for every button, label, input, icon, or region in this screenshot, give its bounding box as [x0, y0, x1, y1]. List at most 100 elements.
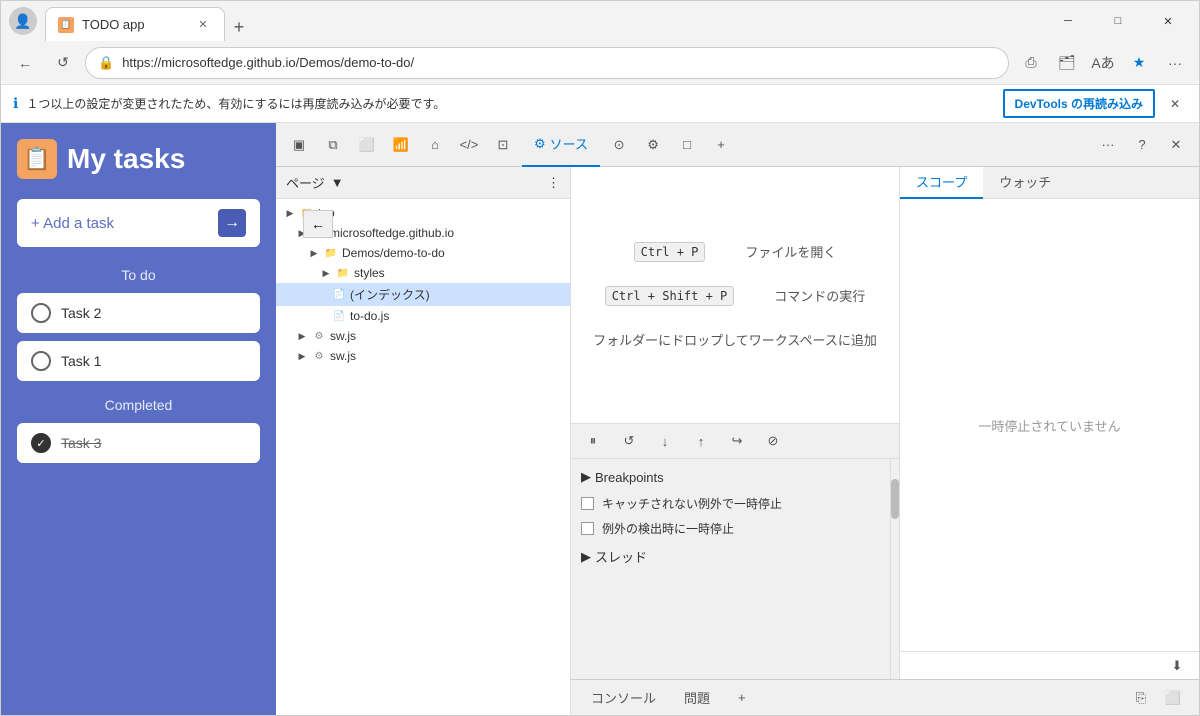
folder-icon-styles: 📁: [336, 266, 350, 280]
tree-item-sw2[interactable]: ▶ ⚙ sw.js: [276, 346, 570, 366]
address-input[interactable]: 🔒 https://microsoftedge.github.io/Demos/…: [85, 47, 1009, 79]
tree-label-sw2: sw.js: [330, 349, 356, 363]
breakpoints-panel: ▶ Breakpoints キャッチされない例外で一時停止: [571, 459, 891, 679]
share-icon[interactable]: ⎙: [1015, 47, 1047, 79]
task-checkbox-task1[interactable]: [31, 351, 51, 371]
refresh-button[interactable]: ↺: [47, 47, 79, 79]
watch-tab[interactable]: ウォッチ: [983, 167, 1067, 199]
devtools-reload-button[interactable]: DevTools の再読み込み: [1003, 89, 1155, 118]
console-tab[interactable]: コンソール: [583, 680, 664, 716]
devtools-inspect-icon[interactable]: ▣: [284, 130, 314, 160]
step-into-btn[interactable]: ↓: [651, 427, 679, 455]
browser-tab[interactable]: 📋 TODO app ✕: [45, 7, 225, 41]
task-item-completed[interactable]: ✓ Task 3: [17, 423, 260, 463]
tree-item-demos[interactable]: ▶ 📁 Demos/demo-to-do: [276, 243, 570, 263]
html-file-icon: 📄: [332, 288, 346, 302]
tree-item-index[interactable]: 📄 (インデックス): [276, 283, 570, 306]
tree-item-styles[interactable]: ▶ 📁 styles: [276, 263, 570, 283]
status-dock-icon[interactable]: ⬜: [1159, 684, 1187, 712]
tree-item-todo-js[interactable]: 📄 to-do.js: [276, 306, 570, 326]
tree-arrow-styles: ▶: [320, 267, 332, 279]
sources-more-icon[interactable]: ⋮: [547, 175, 560, 191]
collections-icon[interactable]: 🗂: [1051, 47, 1083, 79]
devtools-device-icon[interactable]: ⧉: [318, 130, 348, 160]
shortcut-row-open: Ctrl + P ファイルを開く: [634, 242, 837, 262]
address-bar: ← ↺ 🔒 https://microsoftedge.github.io/De…: [1, 41, 1199, 85]
tabs-area: 📋 TODO app ✕ +: [45, 1, 1037, 41]
editor-area: ← Ctrl + P ファイルを開く Ctrl + Shift + P コマンド…: [571, 167, 899, 423]
back-button[interactable]: ←: [9, 47, 41, 79]
tree-label-sw1: sw.js: [330, 329, 356, 343]
devtools-status-bar: コンソール 問題 + ⎘ ⬜: [571, 679, 1199, 715]
read-aloud-icon[interactable]: Aあ: [1087, 47, 1119, 79]
task-checkbox-task2[interactable]: [31, 303, 51, 323]
devtools-performance-icon[interactable]: ⊙: [604, 130, 634, 160]
threads-arrow: ▶: [581, 549, 591, 565]
scope-tab[interactable]: スコープ: [900, 167, 983, 199]
scroll-thumb: [891, 479, 899, 519]
step-out-btn[interactable]: ↑: [687, 427, 715, 455]
devtools-add-tab-icon[interactable]: +: [706, 130, 736, 160]
tree-label-domain: microsoftedge.github.io: [330, 226, 454, 240]
threads-header[interactable]: ▶ スレッド: [571, 541, 890, 572]
issues-tab[interactable]: 問題: [676, 680, 718, 716]
url-text: https://microsoftedge.github.io/Demos/de…: [122, 55, 996, 70]
task-name-task3: Task 3: [61, 435, 101, 451]
browser-more-icon[interactable]: ···: [1159, 47, 1191, 79]
task-item[interactable]: Task 1: [17, 341, 260, 381]
devtools-sources-tab[interactable]: ⚙ ソース: [522, 123, 600, 167]
todo-sidebar: 📋 My tasks + Add a task → To do Task 2 T…: [1, 123, 276, 715]
bp-checkbox-uncaught[interactable]: [581, 497, 594, 510]
task-item[interactable]: Task 2: [17, 293, 260, 333]
devtools-layout-icon[interactable]: □: [672, 130, 702, 160]
favorites-icon[interactable]: ★: [1123, 47, 1155, 79]
devtools-more-btn[interactable]: ···: [1093, 130, 1123, 160]
status-undock-icon[interactable]: ⎘: [1127, 684, 1155, 712]
breakpoints-arrow: ▶: [581, 469, 591, 485]
add-panel-btn[interactable]: +: [730, 680, 754, 716]
maximize-button[interactable]: □: [1095, 5, 1141, 37]
task-checkbox-task3[interactable]: ✓: [31, 433, 51, 453]
scroll-track[interactable]: [891, 459, 899, 679]
pause-btn[interactable]: ⏸: [579, 427, 607, 455]
step-btn[interactable]: ↪: [723, 427, 751, 455]
devtools-close-btn[interactable]: ✕: [1161, 130, 1191, 160]
devtools-settings-icon[interactable]: ⚙: [638, 130, 668, 160]
sources-file-tree: ▶ 📁 top ▶ ☁ microsoftedge.github.io ▶: [276, 199, 570, 715]
breakpoints-header[interactable]: ▶ Breakpoints: [571, 463, 890, 491]
sources-panel-header: ページ ▼ ⋮: [276, 167, 570, 199]
js-file-icon: 📄: [332, 309, 346, 323]
profile-icon[interactable]: 👤: [9, 7, 37, 35]
new-tab-button[interactable]: +: [225, 13, 253, 41]
tab-close-btn[interactable]: ✕: [194, 16, 212, 34]
add-task-button[interactable]: + Add a task →: [17, 199, 260, 247]
shortcut-command-desc: コマンドの実行: [774, 286, 865, 305]
todo-header: 📋 My tasks: [17, 139, 260, 179]
scope-not-paused-text: 一時停止されていません: [978, 416, 1120, 435]
devtools-panel3-icon[interactable]: ⬜: [352, 130, 382, 160]
tree-arrow-sw1: ▶: [296, 330, 308, 342]
notification-close-button[interactable]: ✕: [1163, 92, 1187, 116]
drop-workspace-hint: フォルダーにドロップしてワークスペースに追加: [593, 330, 877, 349]
tree-item-sw1[interactable]: ▶ ⚙ sw.js: [276, 326, 570, 346]
devtools-perf-icon[interactable]: ⊡: [488, 130, 518, 160]
todo-app-icon: 📋: [17, 139, 57, 179]
devtools-network-icon[interactable]: 📶: [386, 130, 416, 160]
title-bar: 👤 📋 TODO app ✕ + ─ □ ✕: [1, 1, 1199, 41]
folder-icon-blue: 📁: [324, 246, 338, 260]
step-over-btn[interactable]: ↺: [615, 427, 643, 455]
breakpoints-item-uncaught: キャッチされない例外で一時停止: [571, 491, 890, 516]
scope-download-icon[interactable]: ⬇: [1163, 652, 1191, 680]
notification-bar: ℹ １つ以上の設定が変更されたため、有効にするには再度読み込みが必要です。 De…: [1, 85, 1199, 123]
sources-dropdown-icon[interactable]: ▼: [331, 175, 344, 190]
devtools-home-icon[interactable]: ⌂: [420, 130, 450, 160]
gear-file-icon1: ⚙: [312, 329, 326, 343]
close-button[interactable]: ✕: [1145, 5, 1191, 37]
devtools-elements-icon[interactable]: </>: [454, 130, 484, 160]
devtools-help-btn[interactable]: ?: [1127, 130, 1157, 160]
bp-checkbox-caught[interactable]: [581, 522, 594, 535]
minimize-button[interactable]: ─: [1045, 5, 1091, 37]
deactivate-breakpoints-btn[interactable]: ⊘: [759, 427, 787, 455]
breakpoints-label: Breakpoints: [595, 470, 664, 485]
scope-empty-message: 一時停止されていません: [900, 199, 1199, 651]
